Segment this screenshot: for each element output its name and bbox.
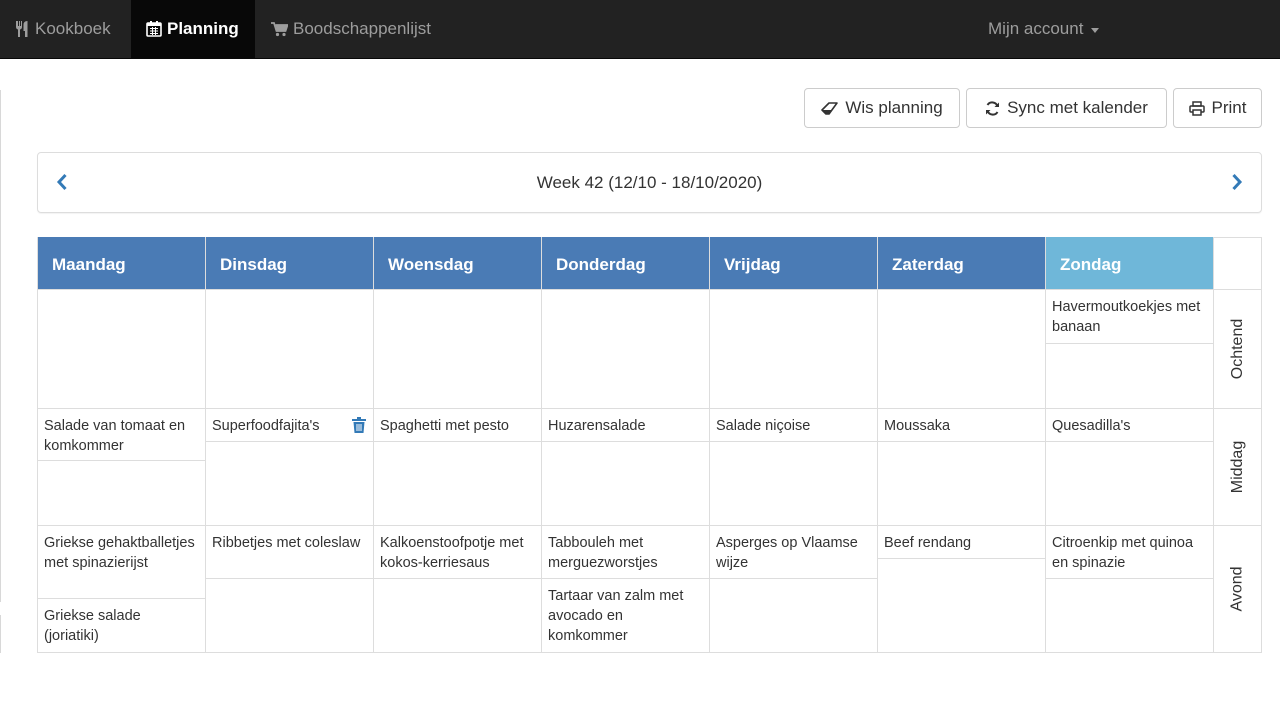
meal-item[interactable]: Kalkoenstoofpotje met kokos-kerriesaus	[374, 526, 541, 573]
nav-boodschappenlijst-label: Boodschappenlijst	[293, 19, 431, 38]
day-header-vrijdag: Vrijdag	[710, 237, 877, 289]
grid-line	[373, 237, 374, 653]
meal-item[interactable]: Asperges op Vlaamse wijze	[710, 526, 877, 573]
meal-separator	[1046, 441, 1213, 442]
slot-label-text: Avond	[1228, 566, 1246, 612]
meal-separator	[38, 460, 205, 461]
grid-line	[877, 237, 878, 653]
meal-separator	[878, 441, 1045, 442]
meal-item[interactable]: Griekse gehaktballetjes met spinazierijs…	[38, 526, 205, 573]
day-header-donderdag: Donderdag	[542, 237, 709, 289]
nav-planning-label: Planning	[167, 19, 239, 38]
meal-item[interactable]: Ribbetjes met coleslaw	[206, 526, 373, 553]
trash-icon[interactable]	[352, 417, 366, 433]
meal-item[interactable]: Superfoodfajita's	[206, 409, 346, 436]
cutlery-icon	[16, 21, 28, 37]
meal-item[interactable]: Griekse salade (joriatiki)	[38, 599, 205, 646]
nav-kookboek-label: Kookboek	[35, 19, 111, 38]
meal-separator	[878, 558, 1045, 559]
meal-separator	[206, 578, 373, 579]
meal-item[interactable]: Beef rendang	[878, 526, 1045, 553]
shopping-cart-icon	[271, 21, 288, 36]
slot-label-text: Middag	[1228, 440, 1246, 494]
week-navigator: Week 42 (12/10 - 18/10/2020)	[37, 152, 1262, 213]
day-header-dinsdag: Dinsdag	[206, 237, 373, 289]
sync-calendar-button[interactable]: Sync met kalender	[966, 88, 1167, 128]
meal-item[interactable]: Moussaka	[878, 409, 1045, 436]
day-header-zaterdag: Zaterdag	[878, 237, 1045, 289]
meal-separator	[710, 578, 877, 579]
meal-separator	[542, 441, 709, 442]
grid-line	[709, 237, 710, 653]
grid-line	[205, 237, 206, 653]
meal-item[interactable]: Quesadilla's	[1046, 409, 1213, 436]
clear-planning-label: Wis planning	[845, 98, 943, 117]
meal-item[interactable]: Salade niçoise	[710, 409, 877, 436]
meal-item[interactable]: Salade van tomaat en komkommer	[38, 409, 205, 456]
meal-separator	[374, 441, 541, 442]
eraser-icon	[821, 101, 839, 115]
print-label: Print	[1211, 98, 1247, 117]
meal-item[interactable]: Tabbouleh met merguezworstjes	[542, 526, 709, 573]
meal-separator	[206, 441, 373, 442]
meal-separator	[374, 578, 541, 579]
meal-item[interactable]: Spaghetti met pesto	[374, 409, 541, 436]
slot-label-middag: Middag	[1209, 409, 1267, 525]
meal-separator	[710, 441, 877, 442]
week-title: Week 42 (12/10 - 18/10/2020)	[536, 173, 763, 192]
day-header-zondag: Zondag	[1046, 237, 1213, 289]
account-menu[interactable]: Mijn account	[973, 0, 1114, 58]
nav-boodschappenlijst[interactable]: Boodschappenlijst	[256, 0, 446, 58]
meal-item[interactable]: Citroenkip met quinoa en spinazie	[1046, 526, 1213, 573]
slot-label-ochtend: Ochtend	[1209, 290, 1267, 408]
day-header-maandag: Maandag	[38, 237, 205, 289]
account-menu-label: Mijn account	[988, 19, 1084, 38]
clear-planning-button[interactable]: Wis planning	[804, 88, 960, 128]
left-divider	[0, 615, 1, 653]
meal-item[interactable]: Tartaar van zalm met avocado en komkomme…	[542, 579, 709, 646]
chevron-right-icon[interactable]	[1231, 173, 1243, 191]
print-icon	[1188, 100, 1205, 116]
slot-label-text: Ochtend	[1229, 318, 1247, 380]
top-navbar: Kookboek Planning Boodschappenlijst Mijn…	[0, 0, 1280, 59]
slot-label-avond: Avond	[1209, 526, 1267, 652]
left-divider	[0, 90, 1, 602]
meal-separator	[1046, 343, 1213, 344]
meal-item[interactable]: Huzarensalade	[542, 409, 709, 436]
nav-planning[interactable]: Planning	[131, 0, 255, 58]
refresh-icon	[986, 100, 1000, 116]
meal-item[interactable]: Havermoutkoekjes met banaan	[1046, 290, 1213, 337]
print-button[interactable]: Print	[1173, 88, 1262, 128]
caret-down-icon	[1091, 27, 1100, 33]
grid-line	[37, 652, 1262, 653]
meal-separator	[1046, 578, 1213, 579]
nav-kookboek[interactable]: Kookboek	[0, 0, 126, 58]
calendar-icon	[146, 21, 162, 37]
sync-calendar-label: Sync met kalender	[1007, 98, 1148, 117]
day-header-woensdag: Woensdag	[374, 237, 541, 289]
